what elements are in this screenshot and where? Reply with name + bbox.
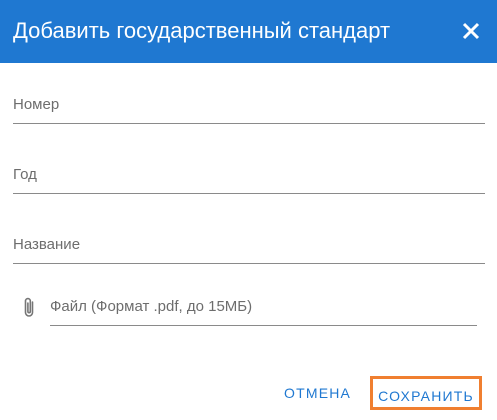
year-underline xyxy=(13,193,485,194)
name-input[interactable] xyxy=(13,224,485,264)
number-underline xyxy=(13,123,485,124)
file-field xyxy=(50,286,477,326)
cancel-button[interactable]: ОТМЕНА xyxy=(280,376,355,410)
dialog-header: Добавить государственный стандарт xyxy=(0,0,497,63)
paperclip-icon[interactable] xyxy=(20,296,38,320)
add-standard-dialog: Добавить государственный стандарт ОТМЕНА… xyxy=(0,0,497,420)
number-input[interactable] xyxy=(13,84,485,124)
number-field xyxy=(13,84,485,124)
close-icon xyxy=(462,22,480,40)
name-underline xyxy=(13,263,485,264)
dialog-title: Добавить государственный стандарт xyxy=(13,18,391,43)
name-field xyxy=(13,224,485,264)
file-underline xyxy=(50,325,477,326)
year-field xyxy=(13,154,485,194)
file-input[interactable] xyxy=(50,286,477,326)
save-button[interactable]: СОХРАНИТЬ xyxy=(370,376,482,410)
year-input[interactable] xyxy=(13,154,485,194)
close-button[interactable] xyxy=(457,17,485,45)
